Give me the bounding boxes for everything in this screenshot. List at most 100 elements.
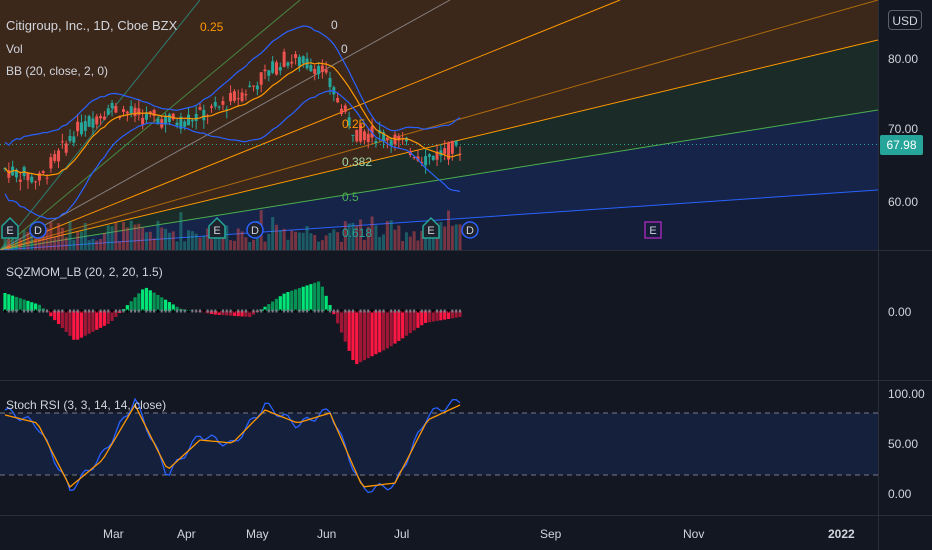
time-tick: 2022 bbox=[828, 527, 855, 541]
squeeze-dot bbox=[126, 309, 129, 313]
momentum-bar bbox=[278, 296, 282, 311]
volume-bar bbox=[336, 232, 340, 250]
volume-bar bbox=[183, 241, 187, 250]
momentum-bar bbox=[95, 311, 99, 330]
squeeze-dot bbox=[214, 309, 217, 313]
event-marker-d[interactable]: D bbox=[461, 221, 479, 239]
currency-button[interactable]: USD bbox=[888, 10, 922, 30]
squeeze-dot bbox=[130, 309, 133, 313]
volume-bar bbox=[114, 222, 118, 250]
squeeze-dot bbox=[260, 309, 263, 313]
momentum-bar bbox=[286, 291, 290, 311]
volume-bar bbox=[72, 240, 76, 250]
momentum-bar bbox=[347, 311, 351, 351]
momentum-bar bbox=[374, 311, 378, 355]
squeeze-dot bbox=[436, 309, 439, 313]
event-marker-d[interactable]: D bbox=[246, 221, 264, 239]
volume-bar bbox=[267, 233, 271, 250]
volume-bar bbox=[129, 220, 133, 250]
momentum-bar bbox=[133, 297, 137, 311]
squeeze-dot bbox=[49, 309, 52, 313]
momentum-bar bbox=[274, 298, 279, 311]
momentum-bar bbox=[423, 311, 428, 323]
volume-bar bbox=[443, 226, 447, 250]
fib-fan bbox=[0, 0, 878, 250]
momentum-bar bbox=[290, 290, 294, 311]
fib-label: 0.618 bbox=[342, 226, 373, 240]
sqz-tick: 0.00 bbox=[888, 305, 912, 319]
momentum-bar bbox=[64, 311, 68, 332]
time-tick: Apr bbox=[177, 527, 196, 541]
squeeze-dot bbox=[153, 309, 156, 313]
fib-label: 0.25 bbox=[200, 20, 224, 34]
volume-bar bbox=[144, 232, 148, 250]
volume-bar bbox=[76, 231, 80, 250]
squeeze-dot bbox=[191, 309, 194, 313]
momentum-bar bbox=[351, 311, 355, 361]
squeeze-dot bbox=[88, 309, 91, 313]
momentum-bar bbox=[83, 311, 87, 336]
squeeze-dot bbox=[279, 309, 282, 313]
vol-legend[interactable]: Vol bbox=[6, 42, 23, 56]
volume-bar bbox=[252, 239, 256, 250]
momentum-bar bbox=[148, 290, 152, 311]
sqz-legend[interactable]: SQZMOM_LB (20, 2, 20, 1.5) bbox=[6, 265, 163, 279]
time-tick: Mar bbox=[103, 527, 124, 541]
momentum-bar bbox=[316, 281, 321, 311]
volume-bar bbox=[57, 223, 61, 250]
momentum-bar bbox=[362, 311, 367, 361]
squeeze-dot bbox=[145, 309, 148, 313]
momentum-bar bbox=[3, 293, 7, 311]
volume-bar bbox=[198, 237, 202, 250]
squeeze-dot bbox=[61, 309, 64, 313]
volume-bar bbox=[320, 240, 324, 250]
squeeze-dot bbox=[351, 309, 354, 313]
squeeze-dot bbox=[424, 309, 427, 313]
squeeze-dot bbox=[317, 309, 320, 313]
event-marker-label: E bbox=[649, 225, 656, 237]
squeeze-dot bbox=[459, 309, 461, 313]
squeeze-dot bbox=[271, 309, 274, 313]
stoch-band bbox=[0, 413, 878, 475]
squeeze-dot bbox=[340, 309, 343, 313]
squeeze-dot bbox=[367, 309, 370, 313]
momentum-bar bbox=[385, 311, 389, 349]
fib-label: 0 bbox=[341, 42, 348, 56]
volume-bar bbox=[148, 231, 152, 250]
squeeze-dot bbox=[329, 309, 331, 313]
squeeze-dot bbox=[137, 309, 140, 313]
squeeze-dot bbox=[65, 309, 68, 313]
volume-bar bbox=[49, 222, 53, 250]
momentum-bar bbox=[22, 299, 26, 311]
squeeze-dot bbox=[359, 309, 362, 313]
volume-bar bbox=[385, 221, 389, 250]
volume-bar bbox=[408, 236, 412, 250]
squeeze-dot bbox=[428, 309, 431, 313]
squeeze-dot bbox=[202, 309, 205, 313]
volume-bar bbox=[313, 234, 317, 250]
squeeze-dot bbox=[252, 309, 255, 313]
squeeze-dot bbox=[443, 309, 446, 313]
squeeze-dot bbox=[344, 309, 347, 313]
volume-bar bbox=[244, 237, 248, 250]
volume-bar bbox=[271, 217, 275, 250]
squeeze-dot bbox=[34, 309, 37, 313]
momentum-bar bbox=[397, 311, 401, 341]
squeeze-dot bbox=[413, 309, 416, 313]
volume-bar bbox=[175, 241, 179, 250]
squeeze-dot bbox=[19, 309, 22, 313]
volume-bar bbox=[404, 232, 408, 250]
event-marker-d[interactable]: D bbox=[29, 221, 47, 239]
volume-bar bbox=[141, 227, 145, 250]
squeeze-dot bbox=[374, 309, 377, 313]
volume-bar bbox=[236, 228, 240, 250]
squeeze-dot bbox=[332, 309, 335, 313]
squeeze-dot bbox=[267, 309, 270, 313]
squeeze-dot bbox=[233, 309, 236, 313]
squeeze-dot bbox=[256, 309, 259, 313]
stoch-legend[interactable]: Stoch RSI (3, 3, 14, 14, close) bbox=[6, 398, 166, 412]
bb-legend[interactable]: BB (20, close, 2, 0) bbox=[6, 64, 108, 78]
volume-bar bbox=[106, 225, 110, 250]
volume-bar bbox=[91, 238, 95, 250]
symbol-title[interactable]: Citigroup, Inc., 1D, Cboe BZX bbox=[6, 18, 177, 33]
